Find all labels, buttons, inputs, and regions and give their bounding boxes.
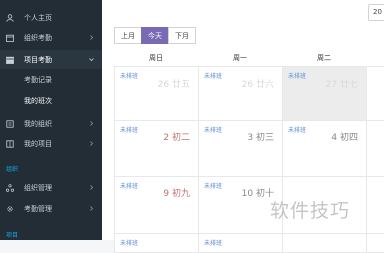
org-manage-icon <box>6 183 14 192</box>
sidebar-item-my-projects[interactable]: 我的项目 <box>0 134 102 153</box>
day-number: 2 初二 <box>163 133 190 143</box>
shift-status: 未排班 <box>288 127 307 134</box>
chevron-down-icon <box>89 58 94 62</box>
calendar-day-cell[interactable] <box>366 66 384 121</box>
calendar-day-cell[interactable] <box>366 176 384 234</box>
shift-status: 未排班 <box>288 73 307 80</box>
calendar-day-cell[interactable]: 未排班 26 廿六 <box>198 66 283 121</box>
shift-status: 未排班 <box>120 183 139 190</box>
chevron-right-icon <box>90 121 94 126</box>
month-nav: 上月 今天 下月 <box>114 27 196 44</box>
sidebar-item-my-shifts[interactable]: 我的班次 <box>0 91 102 110</box>
weekday-header: 周一 <box>233 54 247 62</box>
calendar-icon <box>6 34 14 42</box>
sidebar: 个人主页 组织考勤 项目考勤 考勤记录 我的班次 我的组织 我的项目 组织 组织… <box>0 0 102 240</box>
calendar-day-cell[interactable]: 未排班 <box>114 233 199 253</box>
project-icon <box>6 139 14 148</box>
next-month-button[interactable]: 下月 <box>168 27 196 44</box>
day-number: 9 初九 <box>163 189 190 199</box>
sidebar-item-label: 项目考勤 <box>24 55 52 64</box>
sidebar-item-home[interactable]: 个人主页 <box>0 8 102 27</box>
calendar-icon <box>6 56 14 64</box>
chevron-right-icon <box>90 185 94 190</box>
calendar-day-cell[interactable]: 未排班 4 初四 <box>282 120 367 177</box>
shift-status: 未排班 <box>120 240 139 247</box>
prev-month-button[interactable]: 上月 <box>114 27 142 44</box>
calendar-day-cell-today[interactable]: 未排班 27 廿七 <box>282 66 367 121</box>
sidebar-item-attendance-management[interactable]: 考勤管理 <box>0 199 102 218</box>
sidebar-item-label: 组织考勤 <box>24 33 52 42</box>
calendar-day-cell[interactable] <box>366 120 384 177</box>
day-number: 3 初三 <box>247 133 274 143</box>
chevron-right-icon <box>90 141 94 146</box>
sidebar-item-label: 组织管理 <box>24 183 52 192</box>
watermark-text: 软件技巧 <box>270 200 351 222</box>
calendar-day-cell[interactable] <box>282 233 367 253</box>
shift-status: 未排班 <box>204 127 223 134</box>
shift-status: 未排班 <box>120 73 139 80</box>
chevron-right-icon <box>90 35 94 40</box>
org-icon <box>6 119 14 128</box>
sidebar-item-org-management[interactable]: 组织管理 <box>0 178 102 197</box>
calendar-day-cell[interactable]: 未排班 2 初二 <box>114 120 199 177</box>
sidebar-item-attendance-records[interactable]: 考勤记录 <box>0 70 102 89</box>
section-label-org: 组织 <box>6 166 19 173</box>
sidebar-item-org-attendance[interactable]: 组织考勤 <box>0 28 102 47</box>
calendar-day-cell[interactable]: 未排班 26 廿五 <box>114 66 199 121</box>
weekday-header: 周二 <box>317 54 331 62</box>
shift-status: 未排班 <box>204 73 223 80</box>
date-picker-input[interactable]: 20 <box>368 4 384 21</box>
sidebar-item-label: 我的组织 <box>24 119 52 128</box>
day-number: 26 廿五 <box>157 80 190 90</box>
shift-status: 未排班 <box>204 183 223 190</box>
calendar-day-cell[interactable]: 未排班 <box>198 233 283 253</box>
day-number: 4 初四 <box>331 133 358 143</box>
sidebar-item-label: 考勤管理 <box>24 204 52 213</box>
chevron-right-icon <box>90 206 94 211</box>
sidebar-item-label: 个人主页 <box>24 13 52 22</box>
user-icon <box>6 13 14 22</box>
shift-status: 未排班 <box>204 240 223 247</box>
weekday-header: 周日 <box>149 54 163 62</box>
sidebar-item-label: 考勤记录 <box>24 75 52 84</box>
sidebar-item-label: 我的项目 <box>24 139 52 148</box>
gear-icon <box>7 205 13 212</box>
section-label-project: 项目 <box>6 232 19 239</box>
sidebar-item-label: 我的班次 <box>24 96 52 105</box>
calendar-day-cell[interactable]: 未排班 3 初三 <box>198 120 283 177</box>
sidebar-item-project-attendance[interactable]: 项目考勤 <box>0 50 102 69</box>
calendar-day-cell[interactable]: 未排班 9 初九 <box>114 176 199 234</box>
day-number: 27 廿七 <box>325 80 358 90</box>
sidebar-item-my-org[interactable]: 我的组织 <box>0 114 102 133</box>
today-button[interactable]: 今天 <box>141 27 169 44</box>
day-number: 26 廿六 <box>241 80 274 90</box>
calendar-day-cell[interactable] <box>366 233 384 253</box>
shift-status: 未排班 <box>120 127 139 134</box>
